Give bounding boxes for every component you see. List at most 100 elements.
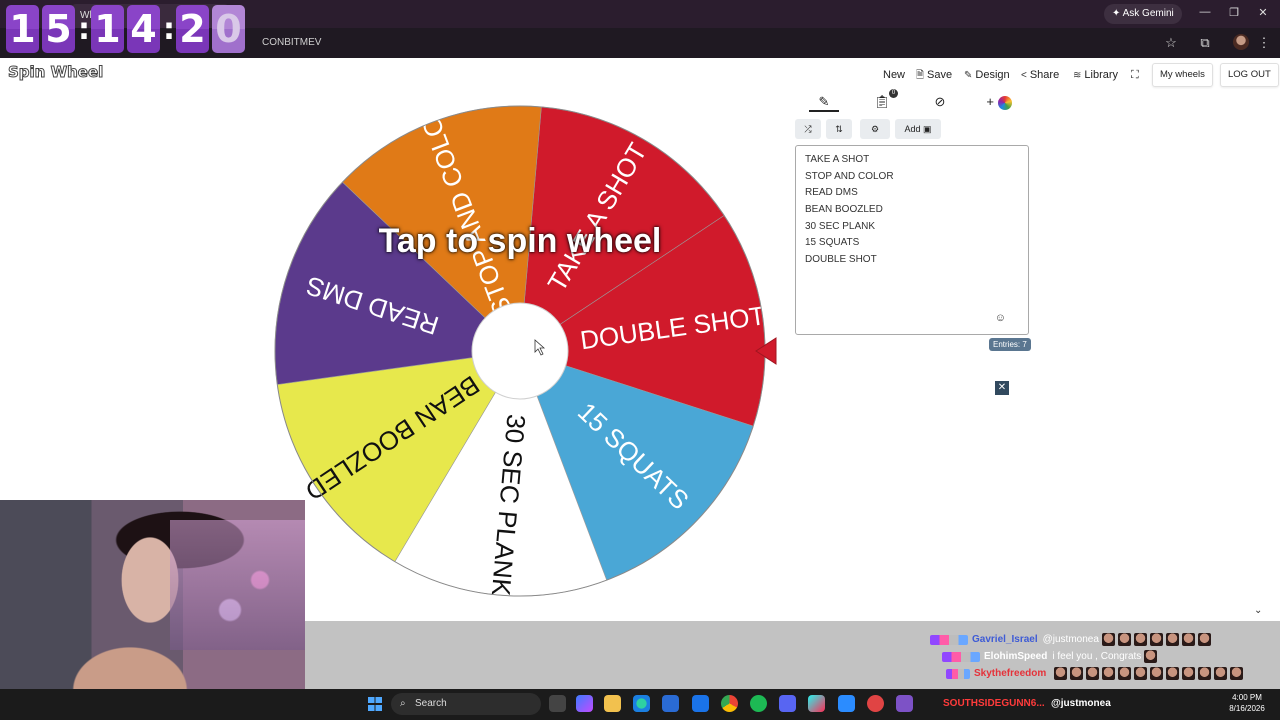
chat-badges [930, 634, 968, 645]
fullscreen-icon[interactable]: ⛶ [1131, 67, 1139, 83]
emote-icon [1101, 633, 1115, 646]
tab-hidden[interactable]: ⊘ [925, 92, 955, 112]
emote-icon [1165, 633, 1179, 646]
save-icon: 🗎 [916, 70, 925, 81]
chat-text: @justmonea [1042, 634, 1099, 646]
save-button[interactable]: 🗎 Save [916, 67, 952, 83]
gear-icon: ⚙ [870, 124, 880, 134]
emote-icon [1166, 667, 1180, 680]
share-icon: < [1021, 70, 1027, 81]
clock-digit: 0 [212, 5, 245, 53]
clock-separator: : [78, 11, 90, 47]
tab-edit[interactable]: ✎ [809, 92, 839, 112]
add-image-label: Add [904, 124, 921, 134]
clock-digit: 1 [91, 5, 124, 53]
taskbar-clock[interactable]: 4:00 PM 8/16/2026 [1222, 692, 1272, 714]
emote-icon [1118, 667, 1132, 680]
spin-instruction[interactable]: Tap to spin wheel [300, 222, 740, 261]
emote-icon [1070, 667, 1084, 680]
wheel-hub[interactable] [471, 302, 569, 400]
entry-line: STOP AND COLOR [805, 170, 894, 182]
app-logo[interactable]: Spin Wheel [7, 63, 103, 82]
tray-username: @justmonea [1051, 698, 1111, 709]
edge-icon[interactable] [633, 695, 650, 712]
discord-icon[interactable] [779, 695, 796, 712]
settings-button[interactable]: ⚙ [860, 119, 890, 139]
extensions-icon[interactable]: ⧉ [1196, 34, 1214, 52]
chrome-icon[interactable] [721, 695, 738, 712]
emote-icon [1102, 667, 1116, 680]
bookmark-star-icon[interactable]: ☆ [1162, 34, 1180, 52]
wheel[interactable]: TAKE A SHOTDOUBLE SHOT15 SQUATS30 SEC PL… [274, 94, 767, 598]
entry-line: 15 SQUATS [805, 237, 860, 249]
shuffle-icon: ⤮ [804, 124, 812, 134]
add-image-button[interactable]: Add ▣ [895, 119, 941, 139]
design-label: Design [975, 69, 1010, 81]
emote-icon [1144, 650, 1158, 663]
task-view-icon[interactable] [549, 695, 566, 712]
entry-line: TAKE A SHOT [805, 154, 870, 165]
brush-icon: ✎ [964, 70, 973, 81]
new-label: New [883, 69, 906, 81]
entries-textarea[interactable]: TAKE A SHOT STOP AND COLOR READ DMS BEAN… [795, 145, 1029, 335]
ask-gemini-label: Ask Gemini [1122, 8, 1174, 19]
webcam-feed [0, 500, 305, 720]
emoji-icon[interactable]: ☺ [995, 312, 1006, 324]
library-button[interactable]: ≋ Library [1073, 67, 1118, 83]
webcam-background [170, 520, 305, 650]
restore-icon[interactable]: ❐ [1224, 6, 1244, 19]
save-label: Save [927, 69, 953, 81]
tab-add-wheel[interactable]: + [979, 92, 1019, 112]
entries-count-badge: Entries: 7 [989, 338, 1031, 351]
clock-overlay: 1 5 : 1 4 : 2 0 [6, 4, 245, 54]
search-icon: ⌕ [400, 698, 406, 709]
windows-start-icon[interactable] [368, 697, 382, 711]
shuffle-button[interactable]: ⤮ [795, 119, 821, 139]
app-icon[interactable] [838, 695, 855, 712]
chat-badges [946, 668, 970, 679]
logout-button[interactable]: LOG OUT [1220, 63, 1279, 87]
color-wheel-icon [997, 95, 1012, 110]
spotify-icon[interactable] [750, 695, 767, 712]
clock-digit: 2 [176, 5, 209, 53]
close-window-icon[interactable]: ✕ [1253, 6, 1273, 19]
mail-icon[interactable] [692, 695, 709, 712]
sort-button[interactable]: ⇅ [826, 119, 852, 139]
chat-badges [942, 651, 980, 662]
clock-digit: 1 [6, 5, 39, 53]
app-icon[interactable] [867, 695, 884, 712]
menu-kebab-icon[interactable]: ⋮ [1255, 34, 1273, 52]
minimize-icon[interactable]: — [1195, 6, 1215, 18]
chat-message: Skythefreedom [946, 667, 1246, 681]
app-icon[interactable] [896, 695, 913, 712]
emote-icon [1230, 667, 1244, 680]
taskbar-search[interactable]: ⌕ Search [391, 693, 541, 715]
my-wheels-button[interactable]: My wheels [1152, 63, 1213, 87]
tiktok-icon[interactable] [808, 695, 825, 712]
chevron-down-icon[interactable]: ⌄ [1254, 605, 1262, 616]
emote-icon [1214, 667, 1228, 680]
share-button[interactable]: < Share [1021, 67, 1059, 83]
store-icon[interactable] [662, 695, 679, 712]
entry-line: DOUBLE SHOT [805, 254, 877, 266]
url-fragment: CONBITMEV [262, 37, 322, 48]
eye-off-icon: ⊘ [934, 94, 946, 109]
copilot-icon[interactable] [576, 695, 593, 712]
ask-gemini-button[interactable]: ✦ Ask Gemini [1104, 4, 1182, 24]
design-button[interactable]: ✎ Design [964, 67, 1010, 83]
library-label: Library [1084, 69, 1119, 81]
entry-line: BEAN BOOZLED [805, 204, 883, 216]
taskbar-date: 8/16/2026 [1229, 704, 1265, 713]
chat-message: ElohimSpeed i feel you , Congrats [942, 650, 1160, 664]
new-button[interactable]: New [883, 67, 905, 83]
file-explorer-icon[interactable] [604, 695, 621, 712]
profile-avatar[interactable] [1233, 34, 1249, 50]
screen: Wheel ✦ Ask Gemini — ❐ ✕ CONBITMEV ☆ ⧉ ⋮… [0, 0, 1280, 720]
chat-text: i feel you , Congrats [1052, 651, 1142, 663]
url-text[interactable]: CONBITMEV [150, 33, 1050, 53]
emote-icon [1133, 633, 1147, 646]
close-ad-icon[interactable]: ✕ [995, 381, 1009, 395]
plus-icon: + [986, 94, 994, 109]
chat-username: ElohimSpeed [984, 651, 1048, 663]
tab-results[interactable]: 📋︎ 0 [867, 89, 898, 112]
